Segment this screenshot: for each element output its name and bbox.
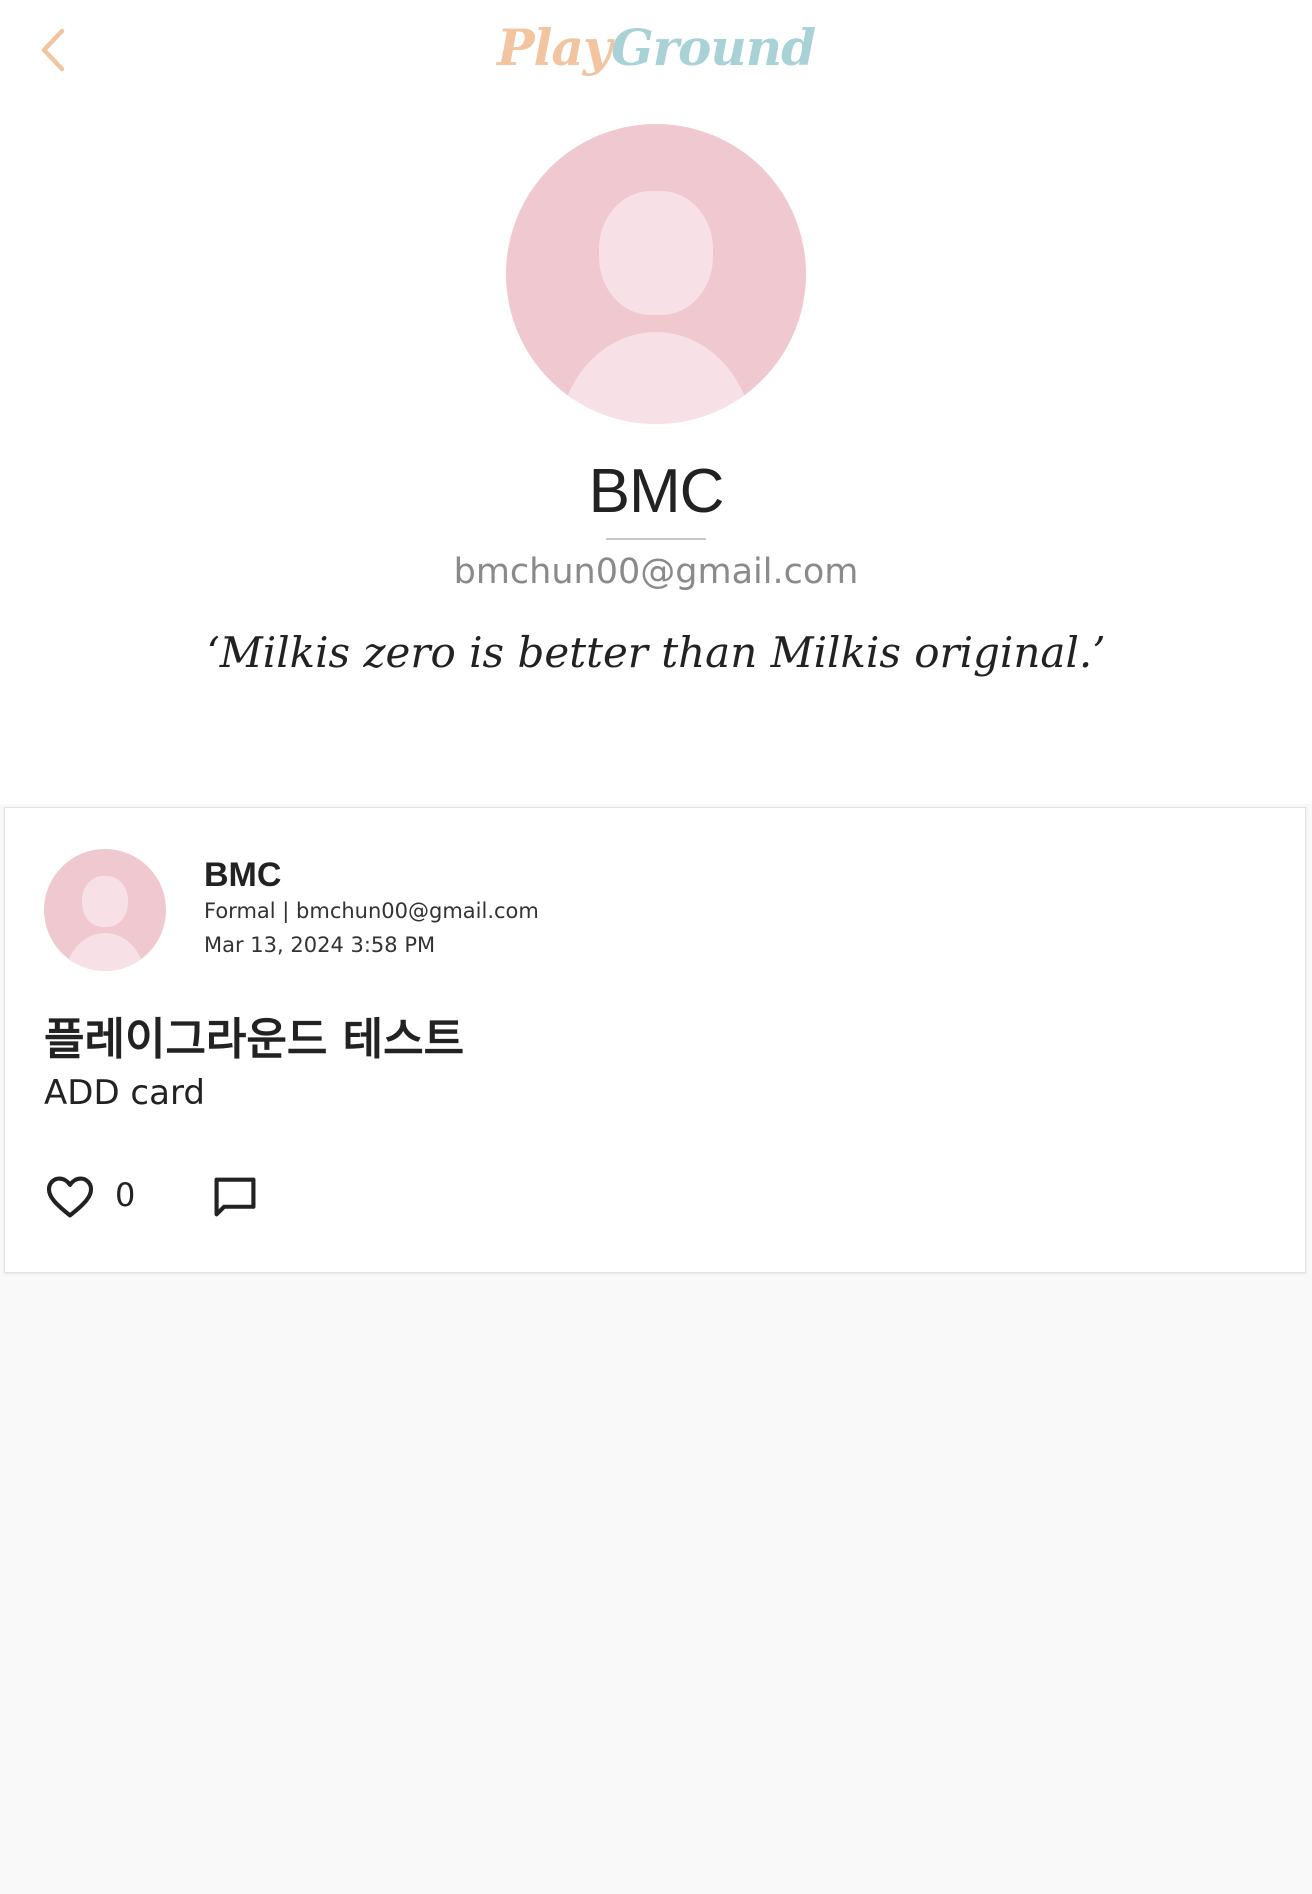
post-card[interactable]: BMC Formal | bmchun00@gmail.com Mar 13, … — [4, 807, 1306, 1273]
profile-quote: ‘Milkis zero is better than Milkis origi… — [206, 628, 1106, 677]
like-button[interactable] — [44, 1171, 96, 1223]
profile-avatar — [506, 124, 806, 424]
app-logo: PlayGround — [0, 18, 1312, 77]
heart-outline-icon — [46, 1176, 94, 1218]
logo-play-text: Play — [496, 18, 612, 77]
post-body: ADD card — [44, 1073, 205, 1113]
logo-ground-text: Ground — [610, 18, 816, 77]
post-timestamp: Mar 13, 2024 3:58 PM — [204, 933, 436, 957]
name-divider — [606, 538, 706, 540]
profile-page: PlayGround BMC bmchun00@gmail.com ‘Milki… — [0, 0, 1312, 1894]
post-author-name: BMC — [204, 856, 282, 894]
profile-header-section: PlayGround BMC bmchun00@gmail.com ‘Milki… — [0, 0, 1312, 804]
comment-icon — [214, 1177, 256, 1217]
like-count: 0 — [115, 1176, 136, 1214]
post-title: 플레이그라운드 테스트 — [44, 1014, 465, 1065]
profile-email: bmchun00@gmail.com — [453, 552, 859, 592]
post-author-meta: Formal | bmchun00@gmail.com — [204, 899, 539, 923]
profile-name: BMC — [588, 457, 725, 526]
comment-button[interactable] — [209, 1171, 261, 1223]
post-author-avatar — [44, 849, 166, 971]
